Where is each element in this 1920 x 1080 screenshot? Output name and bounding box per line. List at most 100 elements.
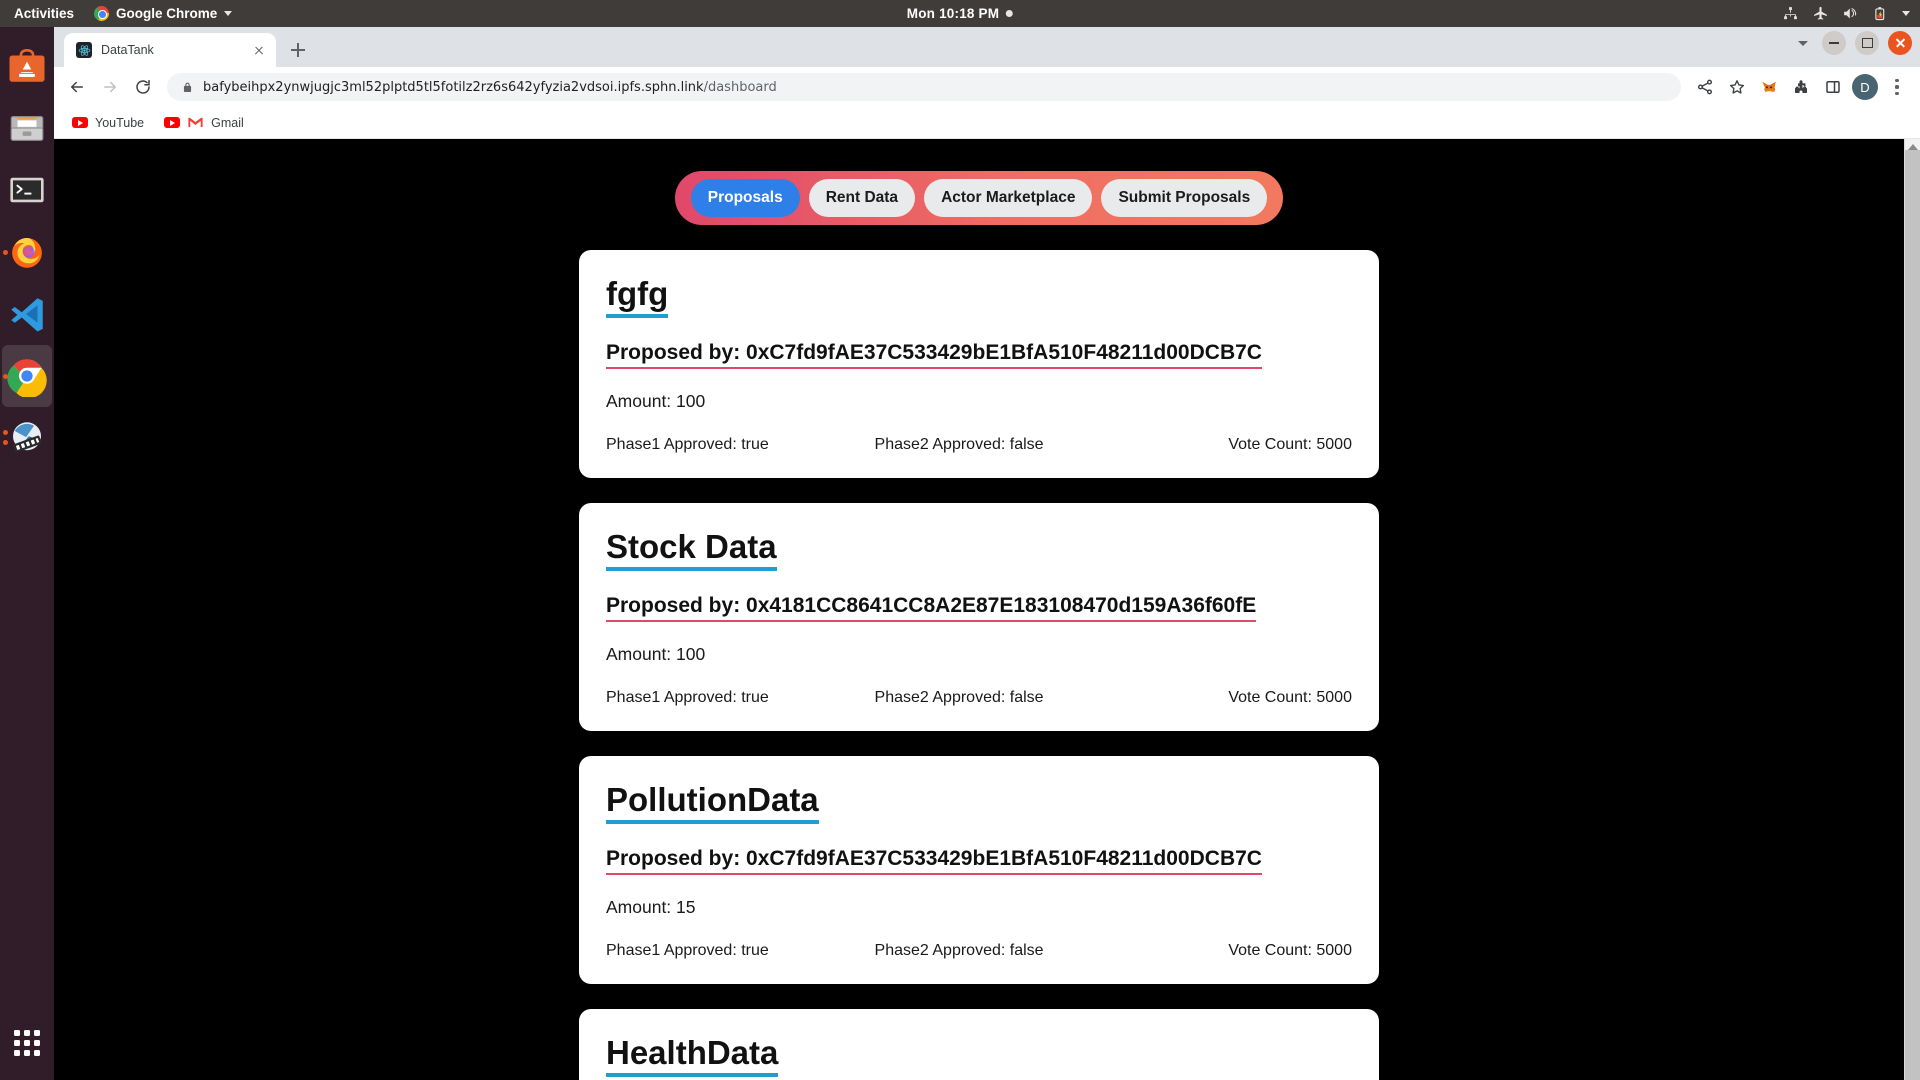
page-viewport: Proposals Rent Data Actor Marketplace Su… <box>54 139 1920 1080</box>
lock-icon <box>183 82 192 92</box>
tab-actor-marketplace[interactable]: Actor Marketplace <box>924 179 1093 217</box>
chrome-icon <box>7 359 47 397</box>
proposal-phase2: Phase2 Approved: false <box>874 689 1044 707</box>
bookmark-button[interactable] <box>1722 72 1752 102</box>
avatar: D <box>1852 74 1878 100</box>
back-button[interactable] <box>62 72 92 102</box>
airplane-mode-icon <box>1814 6 1827 20</box>
minimize-button[interactable] <box>1822 31 1846 55</box>
datatank-app: Proposals Rent Data Actor Marketplace Su… <box>54 139 1904 1080</box>
proposal-card[interactable]: PollutionData Proposed by: 0xC7fd9fAE37C… <box>579 756 1379 985</box>
tab-proposals[interactable]: Proposals <box>690 179 800 217</box>
chevron-down-icon <box>224 11 233 16</box>
app-menu-label: Google Chrome <box>116 6 218 21</box>
proposal-vote-count: Vote Count: 5000 <box>1228 942 1352 960</box>
proposal-proposed-by: Proposed by: 0xC7fd9fAE37C533429bE1BfA51… <box>606 846 1262 876</box>
proposal-vote-count: Vote Count: 5000 <box>1228 689 1352 707</box>
reload-button[interactable] <box>128 72 158 102</box>
bookmark-label: YouTube <box>95 115 145 130</box>
youtube-icon <box>72 117 88 128</box>
close-window-button[interactable] <box>1888 31 1912 55</box>
bookmarks-bar: YouTube Gmail <box>54 107 1920 139</box>
forward-button[interactable] <box>95 72 125 102</box>
activities-button[interactable]: Activities <box>0 0 86 27</box>
toolbar-actions: D <box>1690 72 1912 102</box>
proposal-phase1: Phase1 Approved: true <box>606 942 769 960</box>
media-player-icon <box>13 422 42 453</box>
dock-item-vscode[interactable] <box>2 283 52 345</box>
gmail-icon <box>188 117 203 128</box>
address-bar[interactable]: bafybeihpx2ynwjugjc3ml52plptd5tl5fotilz2… <box>167 73 1681 101</box>
clock-button[interactable]: Mon 10:18 PM <box>906 6 1014 21</box>
metamask-extension-button[interactable] <box>1754 72 1784 102</box>
tab-title: DataTank <box>101 43 154 57</box>
proposal-stats: Phase1 Approved: true Phase2 Approved: f… <box>606 436 1352 454</box>
metamask-icon <box>1762 81 1776 92</box>
proposal-title: Stock Data <box>606 528 777 572</box>
extensions-button[interactable] <box>1786 72 1816 102</box>
proposal-amount: Amount: 15 <box>606 897 696 918</box>
tab-strip: DataTank <box>54 27 1920 67</box>
chrome-menu-button[interactable] <box>1882 72 1912 102</box>
proposal-list: fgfg Proposed by: 0xC7fd9fAE37C533429bE1… <box>54 225 1904 1080</box>
side-panel-icon <box>1826 81 1840 93</box>
close-icon[interactable] <box>250 42 267 59</box>
new-tab-button[interactable] <box>284 36 312 64</box>
proposal-proposed-by: Proposed by: 0xC7fd9fAE37C533429bE1BfA51… <box>606 340 1262 370</box>
bookmark-label: Gmail <box>211 115 244 130</box>
chrome-logo-icon <box>94 6 110 21</box>
grid-icon <box>14 1030 40 1056</box>
show-applications-button[interactable] <box>0 1030 54 1056</box>
youtube-icon-secondary <box>164 117 181 128</box>
browser-toolbar: bafybeihpx2ynwjugjc3ml52plptd5tl5fotilz2… <box>54 67 1920 107</box>
gnome-top-bar: Activities Google Chrome Mon 10:18 PM <box>0 0 1920 27</box>
proposal-card[interactable]: HealthData <box>579 1009 1379 1080</box>
clock-label: Mon 10:18 PM <box>906 6 1000 21</box>
proposal-amount: Amount: 100 <box>606 391 706 412</box>
profile-button[interactable]: D <box>1850 72 1880 102</box>
browser-tab-datatank[interactable]: DataTank <box>64 33 276 67</box>
files-icon <box>10 116 44 141</box>
url-path: /dashboard <box>703 79 777 95</box>
dock-item-files[interactable] <box>2 97 52 159</box>
maximize-button[interactable] <box>1855 31 1879 55</box>
share-button[interactable] <box>1690 72 1720 102</box>
proposal-phase1: Phase1 Approved: true <box>606 436 769 454</box>
dock-item-google-chrome[interactable] <box>2 345 52 407</box>
window-controls <box>1798 31 1912 55</box>
recording-indicator-icon <box>1006 10 1014 17</box>
dock-item-firefox[interactable] <box>2 221 52 283</box>
chrome-window: DataTank bafybeihpx2ynwjugjc3ml52plptd5t… <box>54 27 1920 1080</box>
bookmark-gmail[interactable]: Gmail <box>156 112 252 134</box>
proposal-phase2: Phase2 Approved: false <box>874 436 1044 454</box>
side-panel-button[interactable] <box>1818 72 1848 102</box>
app-menu-button[interactable]: Google Chrome <box>86 6 240 21</box>
dock-item-ubuntu-software[interactable] <box>2 35 52 97</box>
page-scrollbar[interactable] <box>1904 139 1920 1080</box>
terminal-icon <box>10 177 44 203</box>
battery-charging-icon <box>1875 7 1885 21</box>
arrow-left-icon <box>71 81 83 93</box>
system-tray[interactable] <box>1782 5 1910 22</box>
proposal-phase1: Phase1 Approved: true <box>606 689 769 707</box>
reload-icon <box>136 79 150 94</box>
firefox-icon <box>12 238 42 268</box>
bookmark-youtube[interactable]: YouTube <box>64 112 152 134</box>
dock-item-media-player[interactable] <box>2 407 52 469</box>
proposal-title: fgfg <box>606 275 669 318</box>
react-favicon-icon <box>76 42 92 58</box>
tab-submit-proposals[interactable]: Submit Proposals <box>1101 179 1268 217</box>
proposal-card[interactable]: Stock Data Proposed by: 0x4181CC8641CC8A… <box>579 503 1379 732</box>
arrow-right-icon <box>104 81 116 93</box>
proposal-card[interactable]: fgfg Proposed by: 0xC7fd9fAE37C533429bE1… <box>579 250 1379 479</box>
app-nav-tabs: Proposals Rent Data Actor Marketplace Su… <box>675 171 1283 225</box>
proposal-title: PollutionData <box>606 781 819 825</box>
dock-item-terminal[interactable] <box>2 159 52 221</box>
volume-icon <box>1844 7 1857 19</box>
tab-search-caret-icon[interactable] <box>1798 40 1808 46</box>
puzzle-icon <box>1795 80 1807 93</box>
ubuntu-dock <box>0 27 54 1080</box>
proposal-vote-count: Vote Count: 5000 <box>1228 436 1352 454</box>
tab-rent-data[interactable]: Rent Data <box>808 179 916 217</box>
scrollbar-thumb[interactable] <box>1904 150 1920 1080</box>
